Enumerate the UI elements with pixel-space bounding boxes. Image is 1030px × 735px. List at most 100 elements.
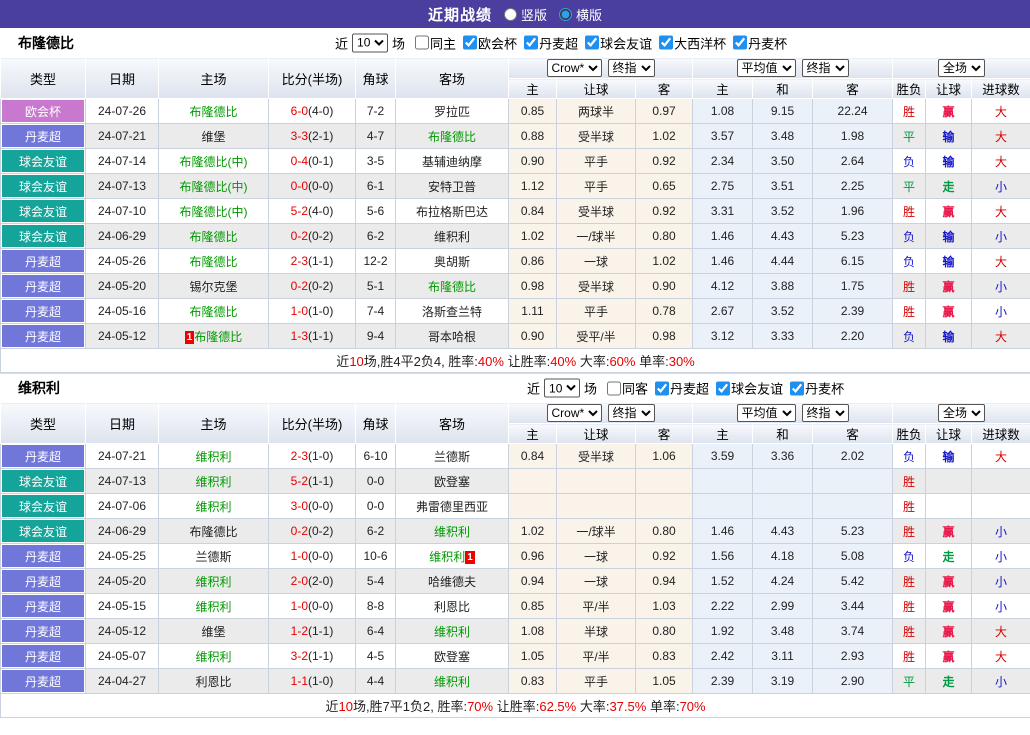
- league-filter-0[interactable]: 欧会杯: [456, 33, 517, 52]
- recent-count-select[interactable]: 10: [544, 378, 581, 398]
- league-filter-0[interactable]: 丹麦超: [648, 379, 709, 398]
- league-badge: 球会友谊: [2, 520, 84, 542]
- odds-home-cell: 1.12: [508, 173, 557, 199]
- result-value: 大: [995, 329, 1008, 344]
- league-checkbox-label: 丹麦超: [539, 36, 579, 51]
- same-venue-checkbox[interactable]: [607, 381, 622, 395]
- result-goals-cell: 大: [971, 123, 1030, 149]
- col-away: 客场: [395, 57, 509, 99]
- odds-away-cell: 0.80: [634, 618, 694, 644]
- result-handicap-cell: 走: [925, 668, 973, 694]
- result-winlose-cell: 负: [892, 248, 927, 274]
- league-filter-4[interactable]: 丹麦杯: [726, 33, 787, 52]
- halftime-score: (0-1): [308, 154, 334, 168]
- sub-result-goals: 进球数: [971, 78, 1030, 99]
- league-checkbox-label: 球会友谊: [731, 381, 784, 397]
- odds-home-cell: [508, 468, 557, 494]
- away-team-name: 基辅迪纳摩: [421, 154, 482, 169]
- odds-away-cell: 0.97: [634, 98, 694, 124]
- result-value: 大: [995, 624, 1008, 639]
- halftime-score: (1-1): [308, 624, 334, 638]
- home-team-name: 布隆德比(中): [179, 154, 248, 169]
- odds-handicap-cell: [556, 468, 636, 494]
- league-checkbox-0[interactable]: [463, 35, 478, 50]
- home-team-cell: 维堡: [158, 618, 269, 644]
- away-team-cell: 布隆德比: [395, 123, 509, 149]
- result-winlose-cell: 胜: [892, 568, 927, 594]
- recent-count-select[interactable]: 10: [352, 33, 389, 52]
- away-team-cell: 维积利: [395, 223, 509, 249]
- col-date: 日期: [85, 402, 159, 444]
- odds-away-cell: 0.92: [634, 198, 694, 224]
- odds-handicap-cell: 平手: [556, 173, 636, 199]
- result-winlose-cell: 胜: [892, 468, 927, 494]
- odds-source-select[interactable]: Crow*: [546, 59, 602, 77]
- home-team-name: 布隆德比: [189, 229, 238, 244]
- col-type: 类型: [0, 402, 86, 444]
- odds-handicap-cell: 平手: [556, 148, 636, 174]
- col-home: 主场: [158, 57, 269, 99]
- away-team-cell: 弗雷德里西亚: [395, 493, 509, 519]
- summary-segment: 62.5%: [539, 699, 577, 714]
- league-filter-2[interactable]: 球会友谊: [578, 33, 652, 52]
- result-goals-cell: 大: [971, 248, 1030, 274]
- sub-avg-draw: 和: [752, 78, 814, 99]
- corner-cell: 5-4: [355, 568, 396, 594]
- scope-select[interactable]: 全场: [938, 59, 986, 77]
- result-handicap-cell: 赢: [925, 593, 973, 619]
- league-badge: 丹麦超: [2, 445, 84, 467]
- league-filter-2[interactable]: 丹麦杯: [783, 379, 844, 398]
- home-team-name: 布隆德比: [189, 104, 238, 119]
- result-winlose-cell: 平: [892, 668, 927, 694]
- avg-source-select[interactable]: 平均值: [736, 59, 796, 77]
- result-goals-cell: 小: [971, 298, 1030, 324]
- corner-cell: 9-4: [355, 323, 396, 349]
- odds-final-select[interactable]: 终指: [607, 59, 655, 77]
- league-filter-1[interactable]: 丹麦超: [517, 33, 578, 52]
- vertical-radio[interactable]: [503, 7, 517, 21]
- league-checkbox-1[interactable]: [524, 35, 539, 50]
- same-venue-toggle[interactable]: 同主: [405, 33, 456, 52]
- league-filter-1[interactable]: 球会友谊: [709, 379, 783, 398]
- summary-segment: 60%: [609, 354, 636, 369]
- odds-away-cell: [634, 468, 694, 494]
- odds-final-select[interactable]: 终指: [607, 404, 655, 422]
- odds-source-select[interactable]: Crow*: [546, 404, 602, 422]
- same-venue-toggle[interactable]: 同客: [597, 379, 648, 398]
- league-checkbox-0[interactable]: [655, 381, 670, 395]
- sub-avg-home: 主: [692, 78, 754, 99]
- odds-away-cell: 0.65: [634, 173, 694, 199]
- league-checkbox-4[interactable]: [733, 35, 748, 50]
- result-value: 小: [995, 674, 1008, 689]
- match-row: 丹麦超 24-05-12 1 布隆德比 1-3(1-1) 9-4 哥本哈根 0.90 受平/半 0…: [0, 323, 1030, 349]
- date-cell: 24-07-10: [85, 198, 159, 224]
- avg-final-select[interactable]: 终指: [801, 59, 849, 77]
- result-value: 负: [903, 229, 916, 244]
- result-goals-cell: 大: [971, 323, 1030, 349]
- recent-label: 近: [527, 381, 541, 397]
- layout-radio-horizontal[interactable]: 横版: [559, 5, 602, 24]
- avg-draw-cell: 3.52: [752, 298, 814, 324]
- league-checkbox-3[interactable]: [659, 35, 674, 50]
- summary-segment: 70%: [467, 699, 494, 714]
- layout-radio-vertical[interactable]: 竖版: [503, 5, 547, 24]
- horizontal-radio[interactable]: [559, 7, 572, 21]
- league-filter-3[interactable]: 大西洋杯: [652, 33, 726, 52]
- result-value: 小: [995, 229, 1008, 244]
- league-badge: 丹麦超: [2, 670, 84, 692]
- date-cell: 24-05-12: [85, 323, 159, 349]
- tables-container: 布隆德比近 10 场同主 欧会杯 丹麦超 球会友谊 大西洋杯 丹麦杯 类型 日期 主场 比分(半场) 角…: [0, 28, 1030, 718]
- corner-cell: 4-5: [355, 643, 396, 669]
- league-badge: 丹麦超: [2, 250, 84, 272]
- odds-handicap-cell: 平手: [556, 668, 636, 694]
- league-checkbox-2[interactable]: [790, 381, 805, 395]
- avg-final-select[interactable]: 终指: [801, 404, 849, 422]
- avg-away-cell: 3.44: [812, 593, 894, 619]
- result-handicap-cell: 输: [925, 323, 973, 349]
- same-venue-checkbox[interactable]: [415, 35, 430, 50]
- league-checkbox-1[interactable]: [716, 381, 731, 395]
- avg-source-select[interactable]: 平均值: [736, 404, 796, 422]
- match-row: 球会友谊 24-07-10 布隆德比(中) 5-2(4-0) 5-6 布拉格斯巴达 0.84…: [0, 198, 1030, 224]
- league-checkbox-2[interactable]: [585, 35, 600, 50]
- scope-select[interactable]: 全场: [938, 404, 986, 422]
